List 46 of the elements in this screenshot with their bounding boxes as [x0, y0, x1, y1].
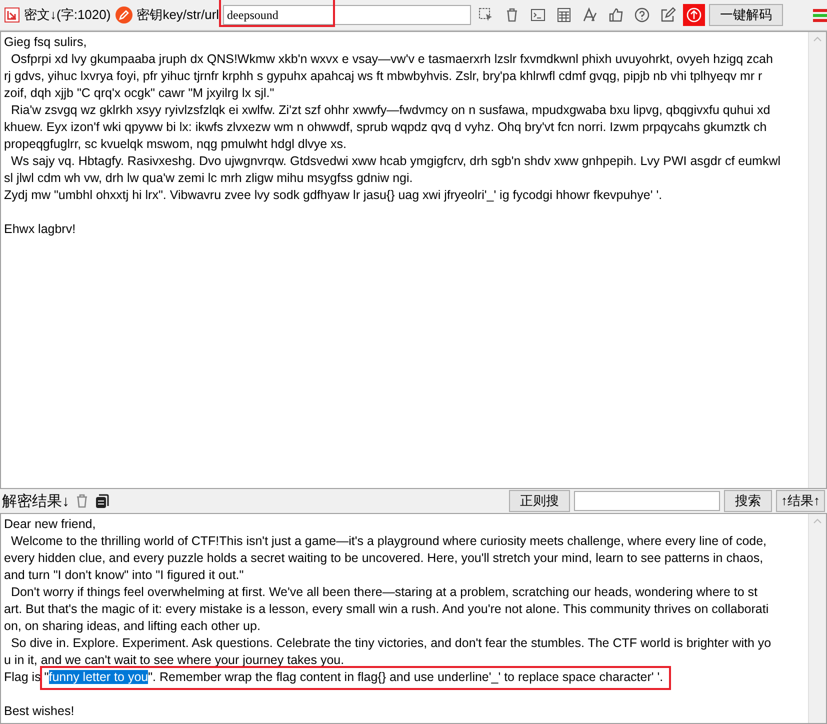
decode-button[interactable]: 一键解码 [709, 4, 784, 26]
flag-line: Flag is "funny letter to you". Remember wrap the flag content in flag{} and use underline'_' to replace space character' '. [4, 669, 664, 686]
result-line: on, on sharing ideas, and lifting each other up. [4, 618, 260, 635]
scroll-up-icon [813, 36, 822, 42]
cipher-line: Ria'w zsvgq wz gklrkh xsyy ryivlzsfzlqk ei xwlfw. Zi'zt szf ohhr xwwfy—fwdvmcy on n susfawa, mpudxgwaba bxu lipvg, qbqgivxfu quhui xd [10, 102, 770, 119]
result-line: every hidden clue, and every puzzle holds a secret waiting to be uncovered. Here, you'll stretch your mind, learn to see patterns in chaos, [4, 550, 764, 567]
result-line: Don't worry if things feel overwhelming at first. We've all been there—staring at a problem, scratching our heads, wondering where to st [10, 584, 758, 601]
thumbs-up-icon [608, 7, 624, 23]
copy-icon [94, 493, 110, 509]
cipher-line: khuew. Eyx izon'f wki qpyww bi lx: ikwfs zlvxezw wm n ohwwdf, sprub wqpdz qvq d vyhz. Ohq bry'vt fcn norri. Izwm prpqycahs gkumztk ch [4, 119, 767, 136]
search-button[interactable]: 搜索 [724, 490, 772, 512]
cipher-line: Osfprpi xd lvy gkumpaaba jruph dx QNS!Wkmw xkb'n wxvx e vsay—vw'v e tasmaerxrh lzslr fxvmdkwnl phixh uvuyohrkt, ovyeh hzigq zcah [10, 51, 773, 68]
cipher-line: propeqgfuglrr, sc kvuelqk mswom, nqg pmulwht hdgl dlvye xs. [4, 136, 347, 153]
cipher-line: Ws sajy vq. Hbtagfy. Rasivxeshg. Dvo ujwgnvrqw. Gtdsvedwi xww hcab ymgigfcrv, drh sgb'n shdv xww gnhpepih. Lvy PWI asgdr cf eumkwl [10, 153, 781, 170]
font-icon [582, 7, 598, 23]
pen-icon [114, 6, 133, 24]
upload-button[interactable] [683, 4, 706, 26]
search-field[interactable] [574, 491, 720, 511]
cipher-line: sl jlwl cdm wh vw, drh lw qua'w zemi lc mrh zligw mihu msygfss gdniw ngi. [4, 170, 413, 187]
result-line: u in it, and we can't wait to see where your journey takes you. [4, 652, 344, 669]
calculator-icon [556, 7, 572, 23]
terminal-icon [530, 7, 546, 23]
key-field[interactable]: deepsound [223, 5, 472, 25]
result-line: So dive in. Explore. Experiment. Ask questions. Celebrate the tiny victories, and don't fear the stumbles. The CTF world is brighter with yo [10, 635, 772, 652]
key-label: 密钥key/str/url [136, 6, 220, 24]
scrollbar[interactable] [808, 514, 826, 723]
cipher-line: Ehwx lagbrv! [4, 221, 76, 238]
edit-icon [660, 7, 676, 23]
regex-search-button[interactable]: 正则搜 [509, 490, 570, 512]
result-line: art. But that's the magic of it: every mistake is a lesson, every small win a rush. And you're not alone. This community thrives on collaborati [4, 601, 769, 618]
result-line: Dear new friend, [4, 516, 96, 533]
scrollbar[interactable] [808, 32, 826, 488]
result-line: Welcome to the thrilling world of CTF!This isn't just a game—it's a playground where curiosity meets challenge, where every line of code, [10, 533, 767, 550]
select-icon [478, 7, 494, 23]
result-label: 解密结果↓ [2, 492, 70, 510]
cipher-line: Gieg fsq sulirs, [4, 34, 87, 51]
help-icon [634, 7, 650, 23]
cipher-label: 密文↓(字:1020) [24, 6, 111, 24]
result-line: Best wishes! [4, 703, 74, 720]
cipher-line: zoif, dqh xjjb "C qrq'x ocgk" cawr "M jxyilrg lx sjl." [4, 85, 274, 102]
cipher-line: Zydj mw "umbhl ohxxtj hi lrx". Vibwavru zvee lvy sodk gdfhyaw lr jasu{} uag xwi jfryeolri'_' ig fycodgi hhowr fkevpuhye' '. [4, 187, 662, 204]
result-button[interactable]: ↑结果↑ [776, 490, 825, 512]
result-line: and turn "I don't know" into "I figured it out." [4, 567, 244, 584]
import-icon [4, 7, 20, 23]
cipher-line: rj gdvs, yihuc lxvrya foyi, pfr yihuc tjrnfr krphh s gypuhx apahcaj ws ft mbwbyhvis. Zslr, bry'pa khlrwfl cdmf gvqg, pipjb nb vhi tplhyeqv mr r [4, 68, 762, 85]
scroll-up-icon [813, 518, 822, 524]
